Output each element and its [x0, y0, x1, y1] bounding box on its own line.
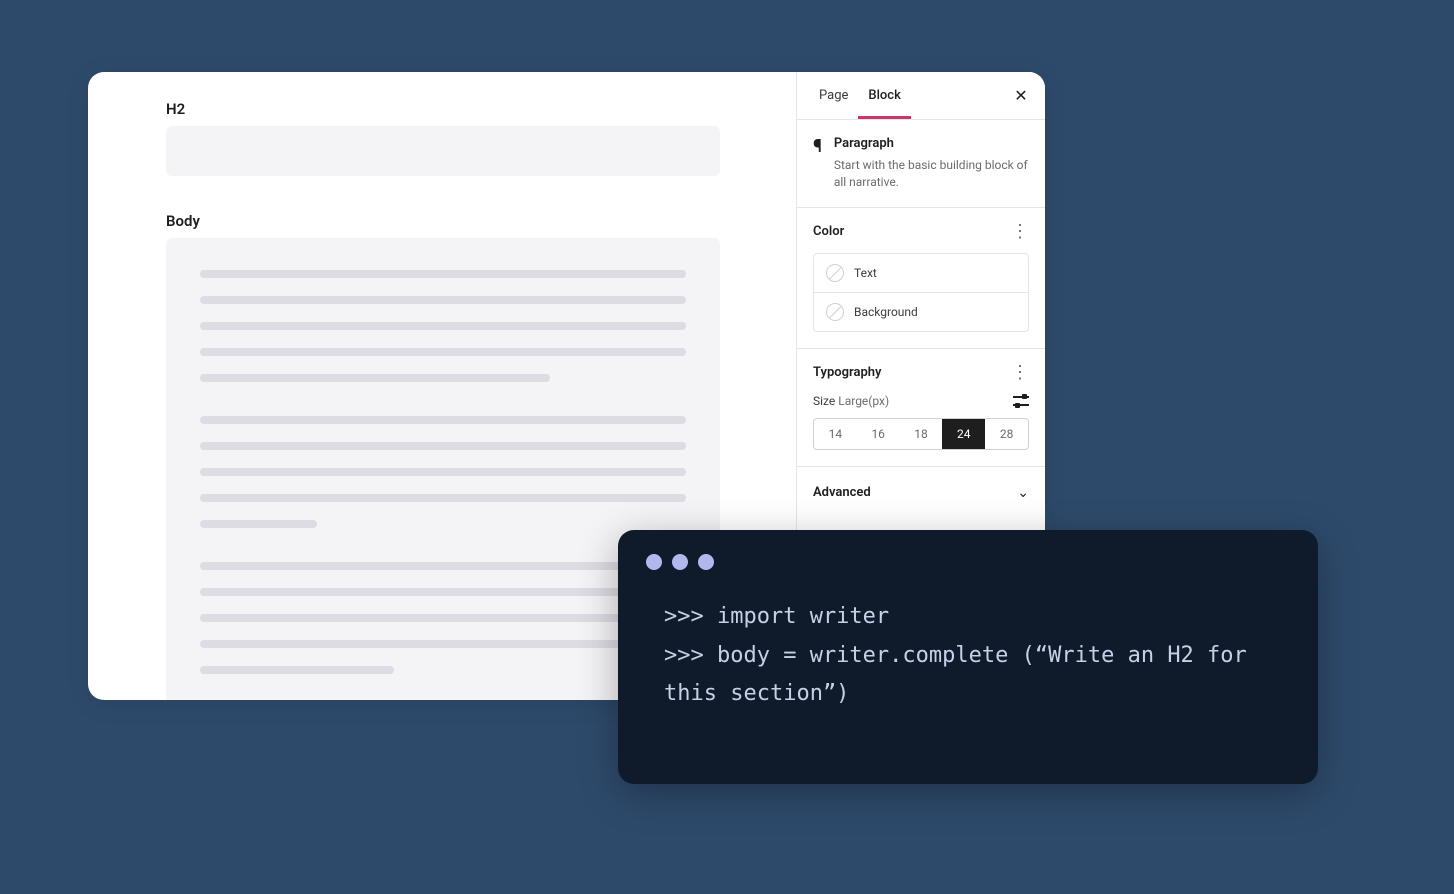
- paragraph-icon: ¶: [813, 138, 822, 156]
- window-dot: [698, 554, 714, 570]
- code-terminal: >>> import writer >>> body = writer.comp…: [618, 530, 1318, 784]
- block-type-description: Start with the basic building block of a…: [834, 157, 1029, 191]
- skeleton-line: [200, 494, 686, 502]
- skeleton-line: [200, 640, 686, 648]
- typography-heading: Typography: [813, 365, 882, 380]
- size-option-14[interactable]: 14: [814, 419, 857, 449]
- advanced-heading: Advanced: [813, 485, 871, 500]
- size-label: Size: [813, 394, 835, 408]
- background-color-button[interactable]: Background: [814, 292, 1028, 331]
- skeleton-line: [200, 296, 686, 304]
- size-option-18[interactable]: 18: [900, 419, 943, 449]
- background-color-label: Background: [854, 305, 918, 319]
- size-option-16[interactable]: 16: [857, 419, 900, 449]
- size-value: Large(px): [838, 394, 889, 408]
- size-option-28[interactable]: 28: [985, 419, 1028, 449]
- window-controls: [646, 554, 1290, 570]
- skeleton-line: [200, 614, 686, 622]
- skeleton-paragraph: [200, 562, 686, 674]
- size-button-group: 1416182428: [813, 418, 1029, 450]
- skeleton-line: [200, 562, 686, 570]
- terminal-code: >>> import writer >>> body = writer.comp…: [646, 598, 1290, 714]
- advanced-section-toggle[interactable]: Advanced ⌄: [797, 467, 1045, 519]
- size-option-24[interactable]: 24: [942, 419, 985, 449]
- color-heading: Color: [813, 224, 844, 239]
- h2-section-label: H2: [166, 100, 718, 118]
- skeleton-line: [200, 442, 686, 450]
- no-color-icon: [826, 264, 844, 282]
- skeleton-line: [200, 374, 550, 382]
- text-color-label: Text: [854, 266, 877, 280]
- h2-input[interactable]: [166, 126, 720, 176]
- window-dot: [646, 554, 662, 570]
- block-info-section: ¶ Paragraph Start with the basic buildin…: [797, 120, 1045, 208]
- code-line: >>> import writer: [664, 604, 889, 629]
- close-sidebar-button[interactable]: ✕: [1009, 84, 1033, 108]
- skeleton-line: [200, 520, 317, 528]
- typography-options-menu[interactable]: ⋮: [1011, 368, 1029, 377]
- text-color-button[interactable]: Text: [814, 254, 1028, 292]
- color-section: Color ⋮ Text Background: [797, 208, 1045, 349]
- skeleton-paragraph: [200, 416, 686, 528]
- color-options-menu[interactable]: ⋮: [1011, 227, 1029, 236]
- typography-section: Typography ⋮ Size Large(px) 1416182428: [797, 349, 1045, 467]
- no-color-icon: [826, 303, 844, 321]
- skeleton-line: [200, 322, 686, 330]
- skeleton-line: [200, 270, 686, 278]
- block-type-title: Paragraph: [834, 136, 1029, 151]
- chevron-down-icon: ⌄: [1017, 485, 1029, 501]
- skeleton-line: [200, 416, 686, 424]
- code-line: >>> body = writer.complete (“Write an H2…: [664, 643, 1260, 707]
- sidebar-tabs: Page Block ✕: [797, 72, 1045, 120]
- window-dot: [672, 554, 688, 570]
- skeleton-line: [200, 588, 686, 596]
- tab-page[interactable]: Page: [809, 72, 858, 119]
- close-icon: ✕: [1014, 86, 1027, 105]
- skeleton-line: [200, 468, 686, 476]
- skeleton-paragraph: [200, 270, 686, 382]
- custom-size-icon[interactable]: [1013, 394, 1029, 408]
- tab-block[interactable]: Block: [858, 72, 910, 119]
- skeleton-line: [200, 666, 394, 674]
- skeleton-line: [200, 348, 686, 356]
- body-section-label: Body: [166, 212, 718, 230]
